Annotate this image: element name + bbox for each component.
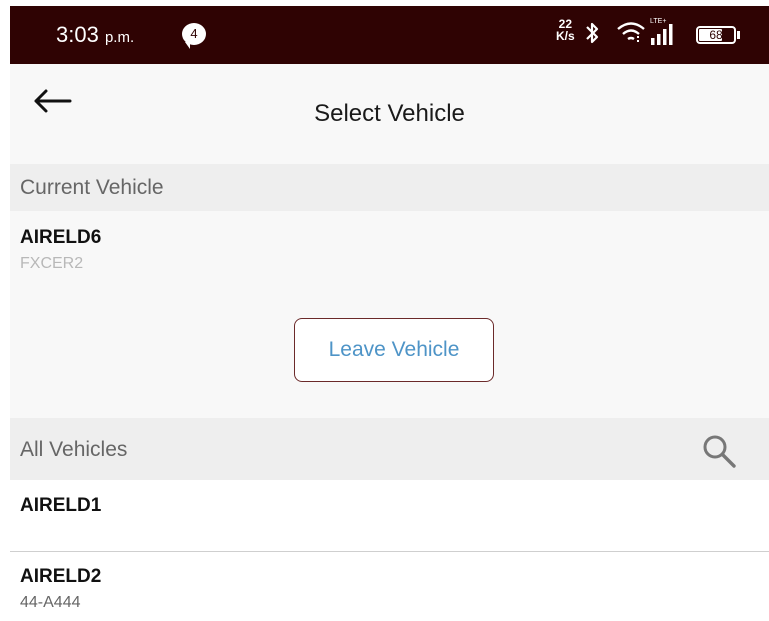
status-bar: 3:03 p.m. 4 22 K/s LTE+ 68: [10, 6, 769, 64]
network-speed-unit: K/s: [556, 29, 575, 43]
current-vehicle-header: Current Vehicle: [10, 164, 769, 211]
signal-icon: [651, 24, 673, 45]
search-icon[interactable]: [700, 432, 738, 470]
leave-vehicle-button[interactable]: Leave Vehicle: [294, 318, 494, 382]
all-vehicles-section-label: All Vehicles: [20, 438, 128, 461]
vehicle-list-item[interactable]: AIRELD2 44-A444: [10, 552, 769, 621]
current-vehicle-panel: AIRELD6 FXCER2 Leave Vehicle: [10, 211, 769, 418]
battery-percent: 68: [709, 28, 723, 42]
vehicle-name: AIRELD1: [20, 495, 102, 516]
network-speed: 22 K/s: [556, 18, 575, 42]
vehicle-plate: 44-A444: [20, 594, 81, 611]
current-vehicle-plate: FXCER2: [20, 255, 84, 272]
current-vehicle-section-label: Current Vehicle: [20, 176, 164, 199]
battery-tip: [737, 31, 740, 39]
vehicle-name: AIRELD2: [20, 566, 102, 587]
status-time-ampm: p.m.: [104, 29, 135, 46]
status-time: 3:03 p.m.: [56, 22, 134, 48]
all-vehicles-header: All Vehicles: [10, 418, 769, 480]
chat-bubble-icon: 4: [182, 23, 206, 49]
vehicle-list-item[interactable]: AIRELD1: [10, 480, 769, 552]
status-time-value: 3:03: [56, 22, 99, 47]
bluetooth-icon: [586, 22, 599, 44]
app-bar: Select Vehicle: [10, 64, 769, 164]
wifi-icon: [617, 22, 645, 42]
page-title: Select Vehicle: [314, 100, 465, 127]
battery-icon: 68: [696, 26, 736, 44]
leave-vehicle-button-label: Leave Vehicle: [328, 338, 460, 361]
notification-count: 4: [190, 26, 198, 41]
current-vehicle-name: AIRELD6: [20, 227, 102, 248]
